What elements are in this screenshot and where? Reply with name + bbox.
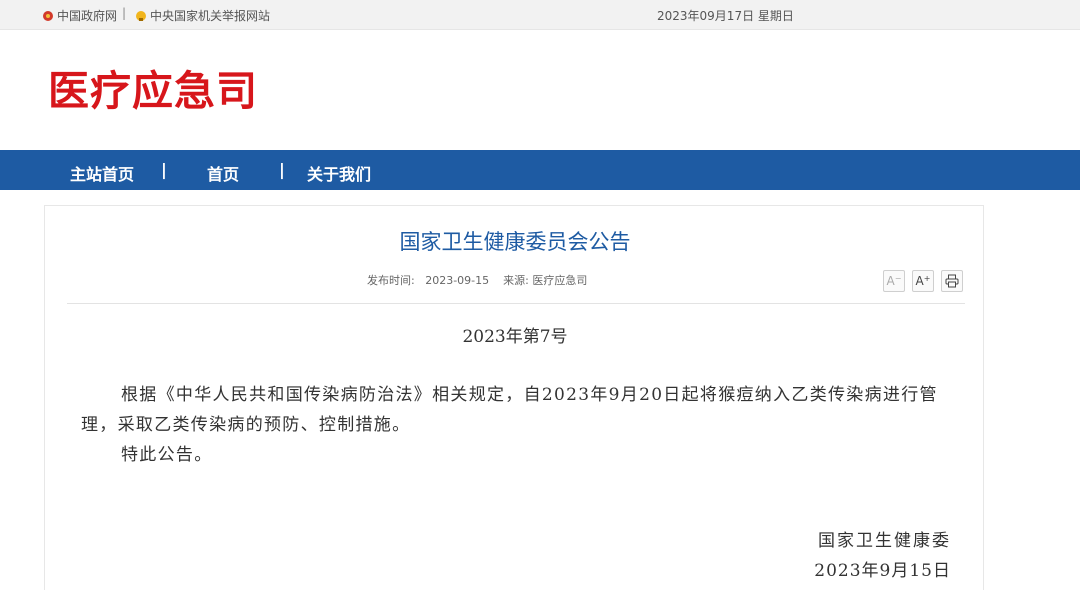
report-link[interactable]: 中央国家机关举报网站 [136,7,270,24]
article-body: 根据《中华人民共和国传染病防治法》相关规定，自2023年9月20日起将猴痘纳入乙… [81,385,938,435]
source-value: 医疗应急司 [532,274,588,287]
gov-link-label: 中国政府网 [57,9,118,23]
printer-icon [945,274,959,288]
report-link-label: 中央国家机关举报网站 [150,9,271,23]
topbar-separator: | [122,6,127,20]
nav-item-home[interactable]: 首页 [207,161,239,185]
document-number: 2023年第7号 [462,327,568,347]
source-label: 来源: [503,274,529,287]
article-title: 国家卫生健康委员会公告 [399,230,631,254]
gov-link[interactable]: 中国政府网 [43,7,117,24]
current-date: 2023年09月17日 星期日 [657,9,794,23]
font-larger-label: A [915,274,924,288]
main-nav: 主站首页 | 首页 | 关于我们 [0,150,1080,190]
national-emblem-icon [43,10,53,21]
site-logo[interactable]: 医疗应急司 [48,66,258,116]
top-bar: 中国政府网 | 中央国家机关举报网站 2023年09月17日 星期日 [0,0,1080,30]
minus-icon: − [894,273,902,283]
report-icon [136,10,146,21]
article-meta: 发布时间: 2023-09-15 来源: 医疗应急司 [367,272,587,288]
signature-organization: 国家卫生健康委 [818,531,951,551]
font-larger-button[interactable]: A + [912,270,934,292]
nav-item-about[interactable]: 关于我们 [307,161,371,185]
site-header: 医疗应急司 [0,30,1080,150]
font-smaller-button[interactable]: A − [883,270,905,292]
publish-date: 2023-09-15 [425,274,490,287]
nav-item-main-home[interactable]: 主站首页 [70,161,134,185]
publish-label: 发布时间: [367,274,415,287]
article-tools: A − A + [883,270,963,292]
signature-date: 2023年9月15日 [814,561,951,581]
nav-divider: | [279,160,285,179]
meta-divider [67,303,965,304]
article-notice: 特此公告。 [121,445,213,465]
article-panel: 国家卫生健康委员会公告 发布时间: 2023-09-15 来源: 医疗应急司 A… [44,205,984,590]
print-button[interactable] [941,270,963,292]
plus-icon: + [923,273,931,283]
font-smaller-label: A [886,274,895,288]
nav-divider: | [161,160,167,179]
